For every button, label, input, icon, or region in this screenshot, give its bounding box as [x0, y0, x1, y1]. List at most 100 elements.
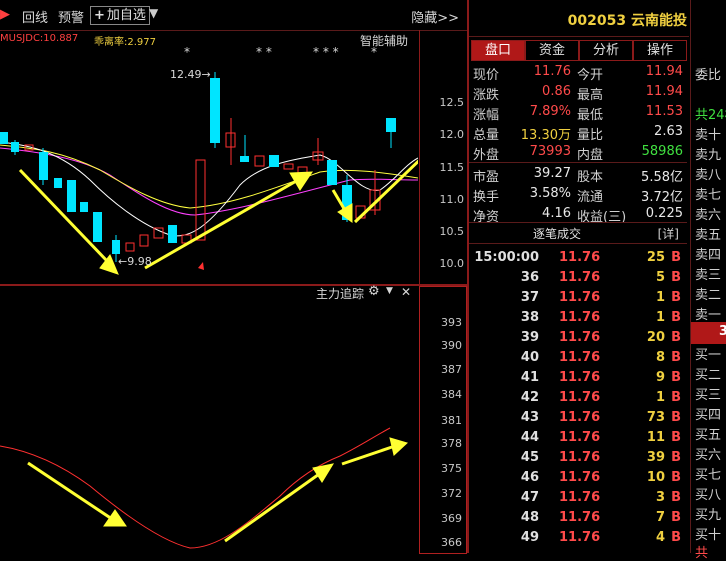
signal-marker: [198, 262, 204, 270]
tick-direction: B: [671, 430, 681, 445]
tick-price: 11.76: [559, 470, 601, 485]
buy-level-label[interactable]: 买八: [695, 484, 721, 503]
quote-label: 最高: [577, 88, 604, 103]
quote-row: 总量 13.30万 量比 2.63: [469, 122, 687, 144]
buy-level-label[interactable]: 买四: [695, 404, 721, 423]
plus-icon: +: [94, 8, 105, 23]
quote-panel: 002053 云南能投 盘口 资金 分析 操作 现价 11.76 今开 11.94 涨跌…: [469, 0, 689, 553]
add-watchlist-button[interactable]: + 加自选: [90, 6, 150, 25]
quote-value: 39.27: [533, 166, 571, 181]
smart-assist-button[interactable]: 智能辅助: [360, 32, 408, 49]
quote-value: 73993: [529, 144, 571, 159]
tab-pankou[interactable]: 盘口: [471, 40, 525, 61]
quote-label: 股本: [577, 170, 604, 185]
sell-level-label[interactable]: 卖八: [695, 164, 721, 183]
indicator-tick: 369: [441, 512, 462, 525]
quote-label: 流通: [577, 190, 604, 205]
sell-level-label[interactable]: 卖三: [695, 264, 721, 283]
dropdown-icon[interactable]: ▼: [149, 6, 158, 20]
sell-level-label[interactable]: 卖九: [695, 144, 721, 163]
period-button[interactable]: 回线: [22, 7, 48, 26]
buy-level-label[interactable]: 买五: [695, 424, 721, 443]
tick-row: 42 11.76 1 B: [469, 388, 687, 408]
ma-line-mid: [0, 144, 419, 209]
quote-row: 现价 11.76 今开 11.94: [469, 62, 687, 84]
star-marker: * * *: [313, 45, 339, 59]
tab-operation[interactable]: 操作: [633, 40, 687, 61]
tick-volume: 73: [646, 410, 665, 425]
alert-button[interactable]: 预警: [58, 7, 84, 26]
tick-direction: B: [671, 510, 681, 525]
price-tick: 11.5: [439, 161, 465, 174]
tick-row: 44 11.76 11 B: [469, 428, 687, 448]
quote-label: 量比: [577, 128, 604, 143]
sell-level-label[interactable]: 卖十: [695, 124, 721, 143]
tick-price: 11.76: [559, 330, 601, 345]
sell-level-label[interactable]: 卖二: [695, 284, 721, 303]
price-axis: 12.5 12.0 11.5 11.0 10.5 10.0: [419, 30, 468, 284]
close-icon[interactable]: ✕: [401, 285, 411, 299]
tick-time: 42: [520, 390, 539, 405]
musjdc-label: MUSJDC:10.887: [0, 33, 79, 44]
indicator-tick: 387: [441, 363, 462, 376]
tick-price: 11.76: [559, 390, 601, 405]
indicator-tick: 366: [441, 536, 462, 549]
price-tick: 10.5: [439, 225, 465, 238]
quote-value: 2.63: [654, 124, 683, 139]
buy-level-label[interactable]: 买一: [695, 344, 721, 363]
buy-level-label[interactable]: 买二: [695, 364, 721, 383]
buy-total-label[interactable]: 共: [695, 542, 708, 561]
tick-direction: B: [671, 370, 681, 385]
main-force-line: [0, 427, 391, 549]
indicator-tick: 393: [441, 316, 462, 329]
tick-row: 36 11.76 5 B: [469, 268, 687, 288]
indicator-tick: 381: [441, 414, 462, 427]
indicator-tick: 378: [441, 437, 462, 450]
sell-total-label[interactable]: 共24格: [695, 104, 726, 123]
sell-level-label[interactable]: 卖五: [695, 224, 721, 243]
tick-time: 41: [520, 370, 539, 385]
buy-level-label[interactable]: 买三: [695, 384, 721, 403]
tick-price: 11.76: [559, 490, 601, 505]
quote-row: 换手 3.58% 流通 3.72亿: [469, 184, 687, 206]
indicator-tick: 375: [441, 462, 462, 475]
buy-level-label[interactable]: 买六: [695, 444, 721, 463]
buy-level-label[interactable]: 买九: [695, 504, 721, 523]
buy-level-label[interactable]: 买十: [695, 524, 721, 543]
sell-level-label[interactable]: 卖四: [695, 244, 721, 263]
tick-volume: 39: [646, 450, 665, 465]
quote-value: 11.53: [645, 104, 683, 119]
tick-volume: 10: [646, 470, 665, 485]
tick-detail-button[interactable]: [详]: [658, 225, 679, 242]
quote-row: 外盘 73993 内盘 58986: [469, 142, 687, 164]
tick-volume: 9: [655, 370, 665, 385]
tick-direction: B: [671, 530, 681, 545]
tick-time: 45: [520, 450, 539, 465]
sell-level-label[interactable]: 卖一: [695, 304, 721, 323]
gear-icon[interactable]: ⚙: [368, 284, 380, 299]
dropdown-icon[interactable]: ▼: [386, 286, 393, 296]
tick-time: 40: [520, 350, 539, 365]
tick-time: 43: [520, 410, 539, 425]
candlestick-chart[interactable]: MUSJDC:10.887 乖离率:2.977 智能辅助 * * * * * *…: [0, 30, 437, 284]
price-tick: 12.5: [439, 96, 465, 109]
quote-label: 换手: [473, 190, 500, 205]
quote-label: 外盘: [473, 148, 500, 163]
tab-analysis[interactable]: 分析: [579, 40, 633, 61]
tab-funds[interactable]: 资金: [525, 40, 579, 61]
ma-line-long: [0, 147, 419, 216]
indicator-tick: 372: [441, 487, 462, 500]
buy-level-label[interactable]: 买七: [695, 464, 721, 483]
prev-arrow-icon[interactable]: ▶: [0, 7, 10, 22]
sell-level-label[interactable]: 卖七: [695, 184, 721, 203]
quote-value: 11.76: [533, 64, 571, 79]
sell-level-label[interactable]: 卖六: [695, 204, 721, 223]
tick-price: 11.76: [559, 510, 601, 525]
tick-row: 37 11.76 1 B: [469, 288, 687, 308]
tick-row: 39 11.76 20 B: [469, 328, 687, 348]
tick-direction: B: [671, 270, 681, 285]
tick-volume: 3: [655, 490, 665, 505]
stock-code-name: 002053 云南能投: [567, 13, 687, 29]
hide-panel-button[interactable]: 隐藏>>: [411, 7, 459, 26]
main-force-indicator-pane[interactable]: 主力追踪 ⚙ ▼ ✕: [0, 284, 418, 553]
